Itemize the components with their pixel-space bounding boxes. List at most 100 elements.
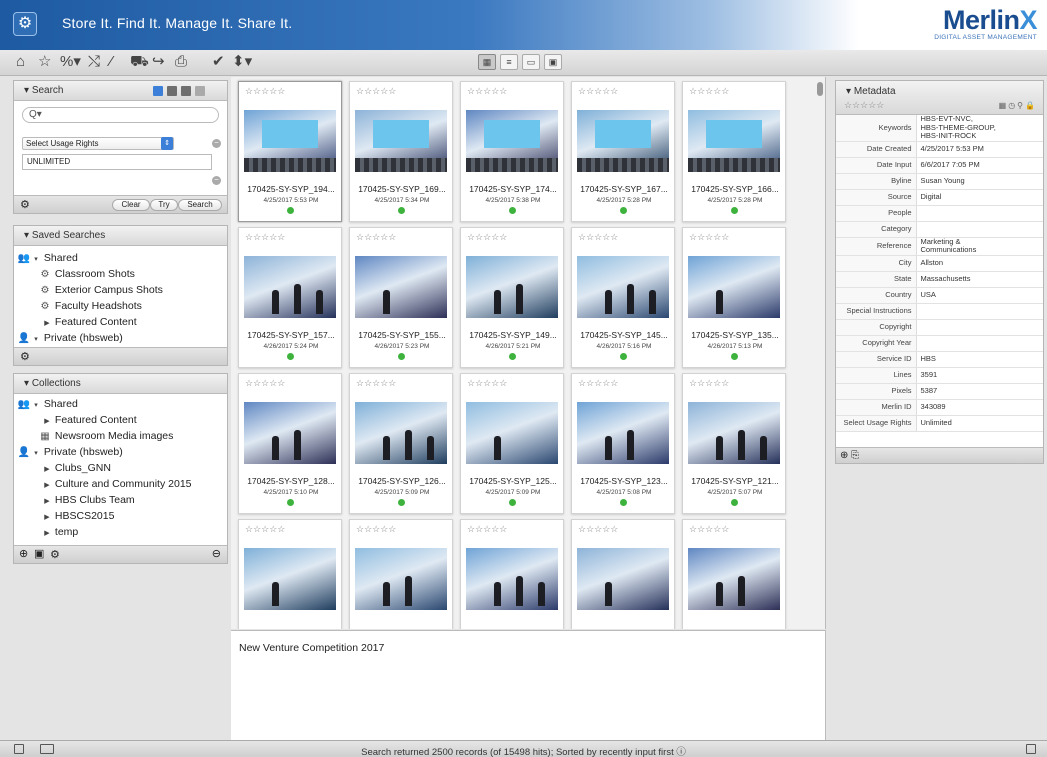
list-view-icon[interactable]: ≡ [500,54,518,70]
tree-item-private[interactable]: 👤 ▾ Private (hbsweb) [14,444,227,460]
copy-icon[interactable]: ⎘ [851,450,859,461]
collection-item[interactable]: ▶ Clubs_GNN [14,460,227,476]
asset-card[interactable]: ☆☆☆☆☆ 170425-SY-SYP_174... 4/25/2017 5:38 … [460,81,564,222]
metadata-value[interactable]: 343089 [916,399,1043,416]
tag-icon[interactable]: %▾ [60,53,81,71]
rating-stars[interactable]: ☆☆☆☆☆ [467,86,507,97]
rating-stars[interactable]: ☆☆☆☆☆ [689,378,729,389]
rating-stars[interactable]: ☆☆☆☆☆ [578,232,618,243]
asset-thumbnail[interactable] [577,256,669,318]
gear-icon[interactable]: ⚙ [13,12,37,36]
saved-searches-header[interactable]: ▾ Saved Searches [14,226,227,246]
asset-thumbnail[interactable] [688,110,780,172]
film-icon[interactable] [167,86,177,96]
asset-card[interactable]: ☆☆☆☆☆ 170425-SY-SYP_157... 4/26/2017 5:24 … [238,227,342,368]
rating-stars[interactable]: ☆☆☆☆☆ [356,232,396,243]
metadata-value[interactable] [916,319,1043,336]
toggle-right-panel-icon[interactable] [1026,744,1036,754]
asset-thumbnail[interactable] [355,402,447,464]
clock-icon[interactable]: ◷ [1008,101,1017,110]
settings-gear-icon[interactable]: ⚙ [20,350,30,363]
metadata-value[interactable]: HBS [916,351,1043,368]
print-icon[interactable]: ⎙ [175,53,187,71]
add-icon[interactable]: ⊕ [19,547,28,560]
metadata-value[interactable]: Allston [916,255,1043,272]
detail-view-icon[interactable]: ▣ [544,54,562,70]
metadata-value[interactable]: Digital [916,189,1043,206]
clear-button[interactable]: Clear [112,199,150,211]
asset-card[interactable]: ☆☆☆☆☆ 170425-SY-SYP_128... 4/25/2017 5:10 … [238,373,342,514]
rating-stars[interactable]: ☆☆☆☆☆ [356,86,396,97]
checkmark-icon[interactable]: ✔ [212,53,225,71]
camera-icon[interactable] [153,86,163,96]
info-icon[interactable]: ⓘ [676,747,686,757]
asset-card[interactable]: ☆☆☆☆☆ 170425-SY-SYP_125... 4/25/2017 5:09 … [460,373,564,514]
saved-search-item[interactable]: ⚙ Classroom Shots [14,266,227,282]
asset-thumbnail[interactable] [466,548,558,610]
add-icon[interactable]: ⊕ [840,450,848,461]
shuffle-icon[interactable]: ⤭ [88,53,100,71]
settings-gear-icon[interactable]: ⚙ [50,548,60,561]
asset-card[interactable]: ☆☆☆☆☆ 170425-SY-SYP_145... 4/26/2017 5:16 … [571,227,675,368]
metadata-value[interactable] [916,335,1043,352]
folder-icon[interactable]: ▣ [34,547,44,560]
asset-thumbnail[interactable] [466,110,558,172]
tree-item-shared[interactable]: 👥 ▾ Shared [14,396,227,412]
asset-card[interactable]: ☆☆☆☆☆ 170425-SY-SYP_121... 4/25/2017 5:07 … [682,373,786,514]
asset-thumbnail[interactable] [577,548,669,610]
tree-item-private[interactable]: 👤 ▾ Private (hbsweb) [14,330,227,346]
document-icon[interactable] [181,86,191,96]
collection-item[interactable]: ▶ HBSCS2015 [14,508,227,524]
usage-rights-select[interactable]: Select Usage Rights ⇕ [22,137,174,150]
asset-card[interactable]: ☆☆☆☆☆ [349,519,453,629]
star-icon[interactable]: ☆ [38,53,51,71]
asset-thumbnail[interactable] [355,548,447,610]
asset-thumbnail[interactable] [244,110,336,172]
asset-card[interactable]: ☆☆☆☆☆ 170425-SY-SYP_123... 4/25/2017 5:08 … [571,373,675,514]
asset-card[interactable]: ☆☆☆☆☆ 170425-SY-SYP_167... 4/25/2017 5:28 … [571,81,675,222]
collection-item[interactable]: ▶ Culture and Community 2015 [14,476,227,492]
rating-stars[interactable]: ☆☆☆☆☆ [356,524,396,535]
saved-search-item[interactable]: ⚙ Exterior Campus Shots [14,282,227,298]
collections-header[interactable]: ▾ Collections [14,374,227,394]
collection-item[interactable]: ▶ Featured Content [14,412,227,428]
metadata-value[interactable]: 3591 [916,367,1043,384]
search-input[interactable]: Q▾ [22,107,219,123]
rating-stars[interactable]: ☆☆☆☆☆ [245,86,285,97]
metadata-value[interactable]: Susan Young [916,173,1043,190]
asset-card[interactable]: ☆☆☆☆☆ 170425-SY-SYP_194... 4/25/2017 5:53 … [238,81,342,222]
metadata-value[interactable]: Marketing & Communications [916,237,1043,256]
usage-rights-value[interactable]: UNLIMITED [22,154,212,170]
rating-stars[interactable]: ☆☆☆☆☆ [689,524,729,535]
rating-stars[interactable]: ☆☆☆☆☆ [689,86,729,97]
remove-icon[interactable]: ⊖ [212,547,221,560]
metadata-value[interactable]: HBS-EVT-NVC, HBS-THEME-GROUP, HBS-INIT-ROC… [916,114,1043,142]
saved-search-item[interactable]: ⚙ Faculty Headshots [14,298,227,314]
collection-item[interactable]: ▶ HBS Clubs Team [14,492,227,508]
metadata-value[interactable]: Unlimited [916,415,1043,432]
scrollbar[interactable] [817,82,823,96]
share-icon[interactable]: ↪ [152,53,165,71]
metadata-title[interactable]: ▾ Metadata [846,86,896,97]
rating-stars[interactable]: ☆☆☆☆☆ [578,378,618,389]
asset-card[interactable]: ☆☆☆☆☆ 170425-SY-SYP_169... 4/25/2017 5:34 … [349,81,453,222]
grid-view-icon[interactable]: ▦ [478,54,496,70]
settings-gear-icon[interactable]: ⚙ [20,198,30,211]
asset-thumbnail[interactable] [688,402,780,464]
asset-thumbnail[interactable] [577,110,669,172]
asset-card[interactable]: ☆☆☆☆☆ 170425-SY-SYP_149... 4/26/2017 5:21 … [460,227,564,368]
sort-icon[interactable]: ⬍▾ [232,53,252,71]
asset-thumbnail[interactable] [466,256,558,318]
asset-thumbnail[interactable] [244,548,336,610]
tree-item-shared[interactable]: 👥 ▾ Shared [14,250,227,266]
metadata-value[interactable]: 5387 [916,383,1043,400]
saved-search-folder[interactable]: ▶ Featured Content [14,314,227,330]
image-view-icon[interactable]: ▭ [522,54,540,70]
asset-thumbnail[interactable] [688,256,780,318]
metadata-value[interactable] [916,221,1043,238]
rating-stars[interactable]: ☆☆☆☆☆ [467,524,507,535]
asset-thumbnail[interactable] [466,402,558,464]
asset-thumbnail[interactable] [244,402,336,464]
grid-icon[interactable]: ▦ [999,101,1009,110]
asset-thumbnail[interactable] [355,256,447,318]
